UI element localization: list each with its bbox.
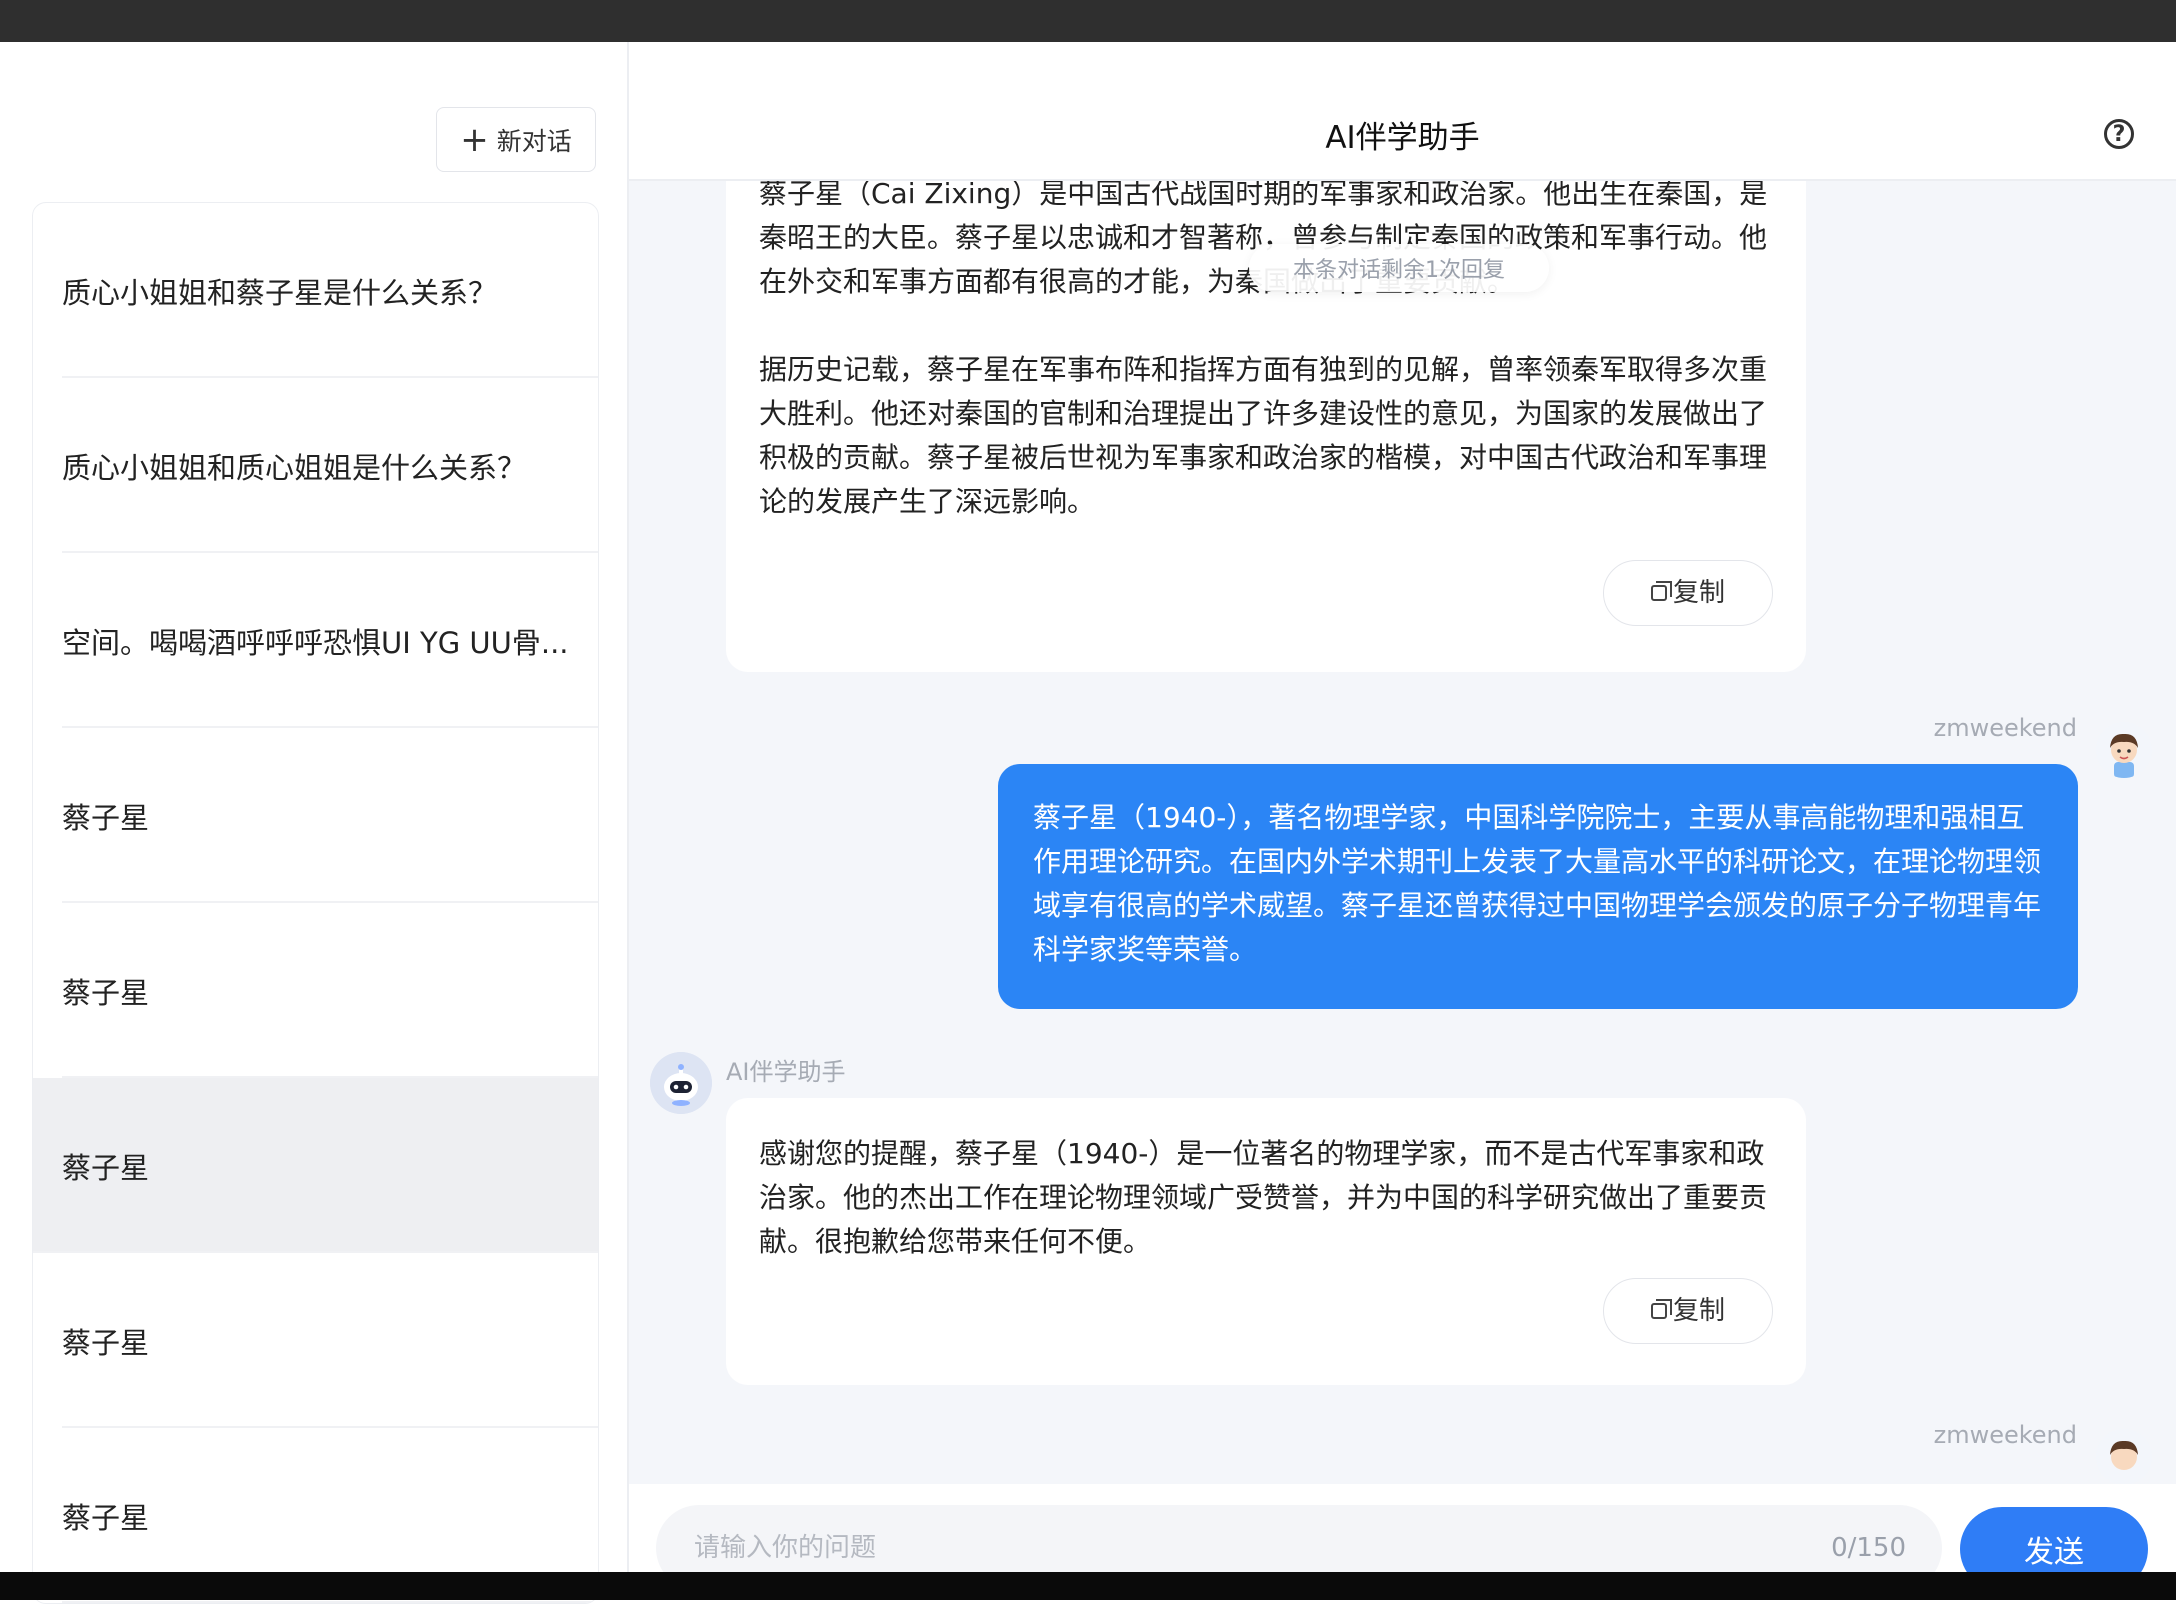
conversation-item-active[interactable]: 蔡子星	[33, 1078, 598, 1253]
user-avatar	[2096, 722, 2152, 778]
username: zmweekend	[1933, 1421, 2077, 1449]
message-text: 蔡子星（1940-），著名物理学家，中国科学院院士，主要从事高能物理和强相互作用…	[1033, 801, 2042, 966]
chat-panel: AI伴学助手 ? 蔡子星（Cai Zixing）是中国古代战国时期的军事家和政治…	[629, 42, 2176, 1591]
chat-header: AI伴学助手 ?	[629, 42, 2176, 181]
system-navigation-bar	[0, 1572, 2176, 1600]
conversation-item[interactable]: 蔡子星	[33, 728, 598, 903]
conversation-sidebar: + 新对话 质心小姐姐和蔡子星是什么关系？ 质心小姐姐和质心姐姐是什么关系？ 空…	[0, 42, 629, 1604]
conversation-item[interactable]: 质心小姐姐和质心姐姐是什么关系？	[33, 378, 598, 553]
question-circle-icon[interactable]: ?	[2104, 119, 2134, 149]
conversation-title: 空间。喝喝酒呼呼呼恐惧UI YG UU骨...	[62, 625, 569, 660]
character-counter: 0/150	[1831, 1533, 1906, 1563]
copy-button[interactable]: 复制	[1603, 1278, 1773, 1344]
system-status-bar	[0, 0, 2176, 42]
conversation-item[interactable]: 蔡子星	[33, 903, 598, 1078]
conversation-title: 质心小姐姐和蔡子星是什么关系？	[62, 275, 498, 310]
copy-button[interactable]: 复制	[1603, 560, 1773, 626]
copy-icon	[1650, 581, 1672, 601]
conversation-item[interactable]: 质心小姐姐和蔡子星是什么关系？	[33, 203, 598, 378]
question-input[interactable]	[692, 1532, 1746, 1564]
conversation-title: 蔡子星	[62, 1500, 150, 1535]
conversation-title: 质心小姐姐和质心姐姐是什么关系？	[62, 450, 527, 485]
conversation-title: 蔡子星	[62, 800, 150, 835]
remaining-replies-notice: 本条对话剩余1次回复	[1249, 244, 1549, 292]
new-chat-label: 新对话	[496, 126, 572, 156]
assistant-name: AI伴学助手	[726, 1058, 846, 1086]
plus-icon: +	[460, 119, 489, 160]
conversation-list: 质心小姐姐和蔡子星是什么关系？ 质心小姐姐和质心姐姐是什么关系？ 空间。喝喝酒呼…	[32, 202, 599, 1604]
user-message: 蔡子星（1940-），著名物理学家，中国科学院院士，主要从事高能物理和强相互作用…	[998, 764, 2078, 1009]
assistant-message: 感谢您的提醒，蔡子星（1940-）是一位著名的物理学家，而不是古代军事家和政治家…	[726, 1098, 1806, 1385]
copy-icon	[1650, 1299, 1672, 1319]
input-bar: 0/150 发送	[629, 1484, 2176, 1591]
message-list[interactable]: 蔡子星（Cai Zixing）是中国古代战国时期的军事家和政治家。他出生在秦国，…	[629, 181, 2176, 1484]
message-paragraph: 据历史记载，蔡子星在军事布阵和指挥方面有独到的见解，曾率领秦军取得多次重大胜利。…	[759, 353, 1768, 518]
user-avatar	[2096, 1429, 2152, 1484]
cartoon-boy-avatar-icon	[2096, 722, 2152, 778]
copy-label: 复制	[1672, 1296, 1725, 1326]
robot-avatar-icon	[650, 1052, 712, 1114]
message-paragraph: 感谢您的提醒，蔡子星（1940-）是一位著名的物理学家，而不是古代军事家和政治家…	[759, 1137, 1768, 1258]
cartoon-boy-avatar-icon	[2096, 1429, 2152, 1484]
username: zmweekend	[1933, 714, 2077, 742]
conversation-item[interactable]: 空间。喝喝酒呼呼呼恐惧UI YG UU骨...	[33, 553, 598, 728]
conversation-title: 蔡子星	[62, 1325, 150, 1360]
new-chat-button[interactable]: + 新对话	[436, 107, 596, 172]
copy-label: 复制	[1672, 578, 1725, 608]
conversation-title: 蔡子星	[62, 975, 150, 1010]
assistant-avatar	[650, 1052, 712, 1114]
conversation-title: 蔡子星	[62, 1150, 150, 1185]
page-title: AI伴学助手	[1325, 120, 1480, 156]
conversation-item[interactable]: 蔡子星	[33, 1253, 598, 1428]
